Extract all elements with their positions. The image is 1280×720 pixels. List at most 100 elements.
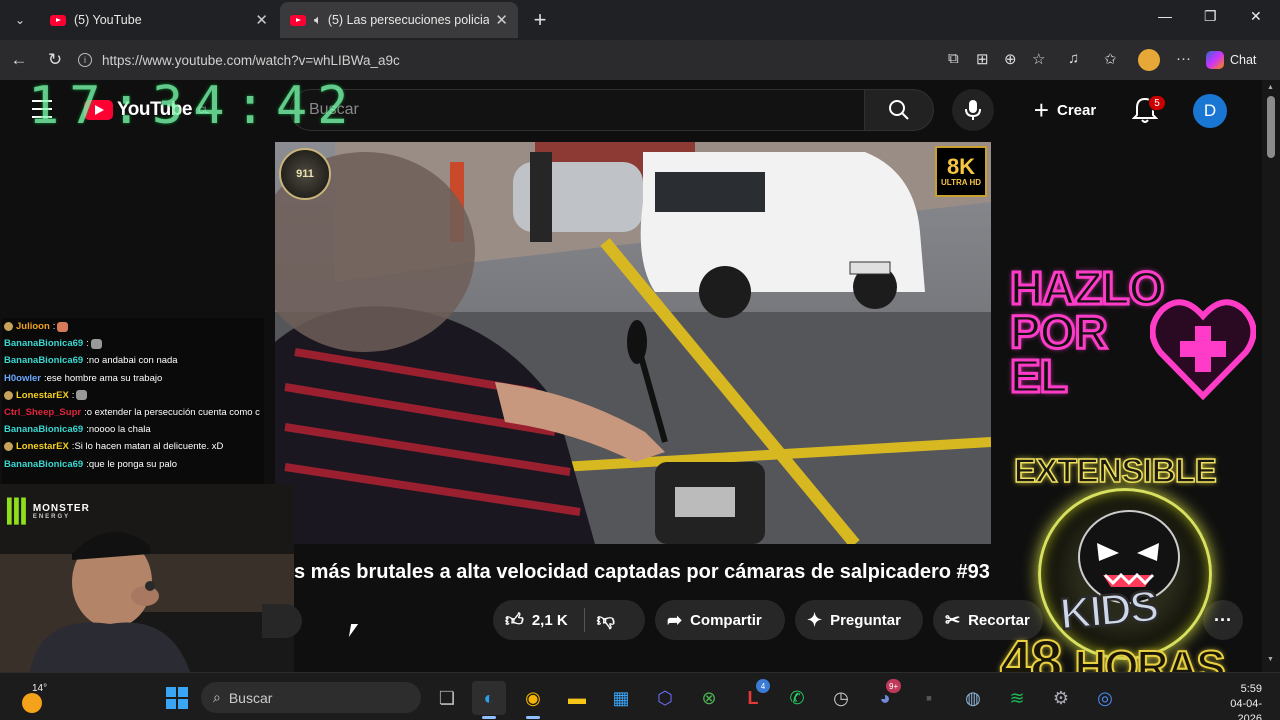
account-avatar[interactable]: D bbox=[1193, 94, 1227, 128]
xbox-icon[interactable]: ⊗ bbox=[692, 681, 726, 715]
clip-label: Recortar bbox=[968, 611, 1030, 629]
steam-icon[interactable]: ◍ bbox=[956, 681, 990, 715]
youtube-favicon-icon bbox=[290, 14, 306, 26]
chat-message: BananaBionica69: que le ponga su palo bbox=[4, 458, 178, 470]
refresh-button[interactable]: ↻ bbox=[42, 48, 68, 72]
voice-search-button[interactable] bbox=[952, 89, 994, 131]
share-button[interactable]: ➦ Compartir bbox=[655, 600, 785, 640]
thumbs-up-icon[interactable]: 👍︎ bbox=[505, 609, 524, 631]
spotify-icon[interactable]: ≋ bbox=[1000, 681, 1034, 715]
whatsapp-icon[interactable]: ✆ bbox=[780, 681, 814, 715]
chat-message: Ctrl_Sheep_Supr: o extender la persecuci… bbox=[4, 407, 260, 419]
thumbs-down-icon[interactable]: 👎︎ bbox=[597, 609, 615, 631]
new-tab-button[interactable]: + bbox=[528, 6, 552, 34]
store-icon[interactable]: ▦ bbox=[604, 681, 638, 715]
close-tab-icon[interactable]: ✕ bbox=[495, 11, 508, 29]
chat-text: Si lo hacen matan al delicuente. xD bbox=[74, 441, 224, 453]
favorite-star-icon[interactable]: ☆ bbox=[1032, 50, 1045, 68]
profile-avatar-icon[interactable] bbox=[1138, 49, 1160, 71]
media-control-icon[interactable]: ♫ bbox=[1068, 50, 1079, 67]
app-dark-icon[interactable]: ▪ bbox=[912, 681, 946, 715]
search-icon bbox=[889, 100, 909, 120]
search-input[interactable]: Buscar bbox=[290, 89, 864, 131]
speaker-icon[interactable]: 🔈︎ bbox=[314, 12, 322, 28]
tray-time: 5:59 bbox=[1240, 683, 1262, 695]
close-window-icon[interactable]: ✕ bbox=[1250, 8, 1262, 25]
windows-taskbar: 14° ⌕ Buscar ❏ ◐ ◉ ▬ ▦ ⬡ ⊗ L 4 ✆ ◷ ◕ 9+ … bbox=[0, 672, 1280, 720]
site-info-icon[interactable]: i bbox=[78, 53, 92, 67]
create-button[interactable]: + Crear bbox=[1016, 89, 1114, 131]
copilot-icon bbox=[1206, 51, 1224, 69]
video-title: s más brutales a alta velocidad captadas… bbox=[294, 561, 990, 583]
back-button[interactable]: ← bbox=[6, 48, 32, 72]
promo-line-2: POR bbox=[1008, 306, 1109, 359]
share-label: Compartir bbox=[690, 611, 762, 629]
tab-title: (5) YouTube bbox=[74, 13, 142, 27]
stream-clock-overlay: 17:34:42 bbox=[28, 76, 359, 136]
create-label: Crear bbox=[1056, 101, 1097, 119]
mouse-cursor-icon bbox=[348, 624, 359, 637]
restore-icon[interactable]: ❐ bbox=[1204, 8, 1217, 25]
clock-tray[interactable]: 5:59 04-04-2026 bbox=[1214, 682, 1262, 720]
page-scrollbar[interactable]: ▲ ▼ bbox=[1262, 80, 1280, 680]
close-tab-icon[interactable]: ✕ bbox=[255, 11, 268, 29]
favorites-icon[interactable]: ✩ bbox=[1104, 50, 1117, 68]
chat-emote-icon bbox=[76, 390, 88, 401]
app-badge: 4 bbox=[756, 679, 770, 693]
chat-message: BananaBionica69: noooo la chala bbox=[4, 424, 151, 436]
chat-message: LonestarEX: bbox=[2, 387, 264, 404]
apps-icon[interactable]: ⊞ bbox=[976, 50, 989, 68]
taskbar-search-input[interactable]: ⌕ Buscar bbox=[201, 682, 421, 713]
chat-message: Julioon: bbox=[2, 318, 264, 335]
video-player[interactable] bbox=[275, 142, 991, 544]
discord-badge: 9+ bbox=[886, 679, 902, 693]
tab-actions-menu-button[interactable]: ⌄ bbox=[6, 6, 34, 34]
app-clock-icon[interactable]: ◷ bbox=[824, 681, 858, 715]
ask-button[interactable]: ✦ Preguntar bbox=[795, 600, 923, 640]
url-field[interactable]: i https://www.youtube.com/watch?v=whLIBW… bbox=[78, 46, 938, 74]
chrome-icon[interactable]: ◉ bbox=[516, 681, 550, 715]
chat-username: Julioon bbox=[16, 321, 50, 333]
start-button[interactable] bbox=[160, 681, 194, 715]
chat-username: BananaBionica69 bbox=[4, 338, 84, 350]
url-text: https://www.youtube.com/watch?v=whLIBWa_… bbox=[102, 52, 400, 68]
zoom-icon[interactable]: ⊕ bbox=[1004, 50, 1017, 68]
chevron-down-icon: ⌄ bbox=[14, 13, 26, 27]
translate-icon[interactable]: ⧉ bbox=[948, 50, 959, 67]
chat-message: LonestarEX: Si lo hacen matan al delicue… bbox=[2, 438, 264, 455]
chat-emote-icon bbox=[57, 321, 69, 332]
minimize-icon[interactable]: — bbox=[1158, 8, 1172, 24]
settings-icon[interactable]: ⚙ bbox=[1044, 681, 1078, 715]
edge-browser-icon[interactable]: ◐ bbox=[472, 681, 506, 715]
like-count[interactable]: 2,1 K bbox=[532, 612, 568, 629]
more-options-icon[interactable]: ··· bbox=[1176, 50, 1191, 67]
tray-date: 04-04-2026 bbox=[1230, 698, 1262, 720]
scrollbar-thumb[interactable] bbox=[1267, 96, 1275, 158]
file-explorer-icon[interactable]: ▬ bbox=[560, 681, 594, 715]
sponsor-name: MONSTER bbox=[32, 503, 90, 515]
chat-username: BananaBionica69 bbox=[4, 424, 84, 436]
911-channel-badge: 911 bbox=[279, 148, 331, 200]
subscribe-button-edge[interactable] bbox=[262, 604, 302, 638]
task-view-icon[interactable]: ❏ bbox=[430, 681, 464, 715]
promo-text: HAZLO POR EL bbox=[1008, 263, 1165, 400]
scroll-up-icon[interactable]: ▲ bbox=[1267, 84, 1274, 91]
tab-youtube-home[interactable]: (5) YouTube ✕ bbox=[40, 2, 278, 38]
share-icon: ➦ bbox=[667, 609, 683, 630]
scroll-down-icon[interactable]: ▼ bbox=[1267, 656, 1274, 663]
stream-chat-overlay: Julioon: BananaBionica69: BananaBionica6… bbox=[2, 318, 264, 484]
like-dislike-group: 👍︎ 2,1 K 👎︎ bbox=[493, 600, 645, 640]
8k-label: 8K bbox=[946, 154, 976, 179]
tab-active-video[interactable]: 🔈︎ (5) Las persecuciones policiales ✕ bbox=[280, 2, 518, 38]
app-hexagon-icon[interactable]: ⬡ bbox=[648, 681, 682, 715]
copilot-chat-button[interactable]: Chat bbox=[1206, 46, 1272, 74]
chrome-alt-icon[interactable]: ◎ bbox=[1088, 681, 1122, 715]
browser-tab-strip: ⌄ (5) YouTube ✕ 🔈︎ (5) Las persecuciones… bbox=[0, 0, 1280, 40]
youtube-favicon-icon bbox=[50, 14, 66, 26]
weather-widget[interactable]: 14° bbox=[20, 681, 60, 713]
chat-username: BananaBionica69 bbox=[4, 355, 84, 367]
chat-badge-icon bbox=[4, 322, 13, 332]
tab-title: (5) Las persecuciones policiales bbox=[327, 13, 490, 27]
weather-sun-icon bbox=[22, 693, 42, 713]
search-button[interactable] bbox=[864, 89, 934, 131]
